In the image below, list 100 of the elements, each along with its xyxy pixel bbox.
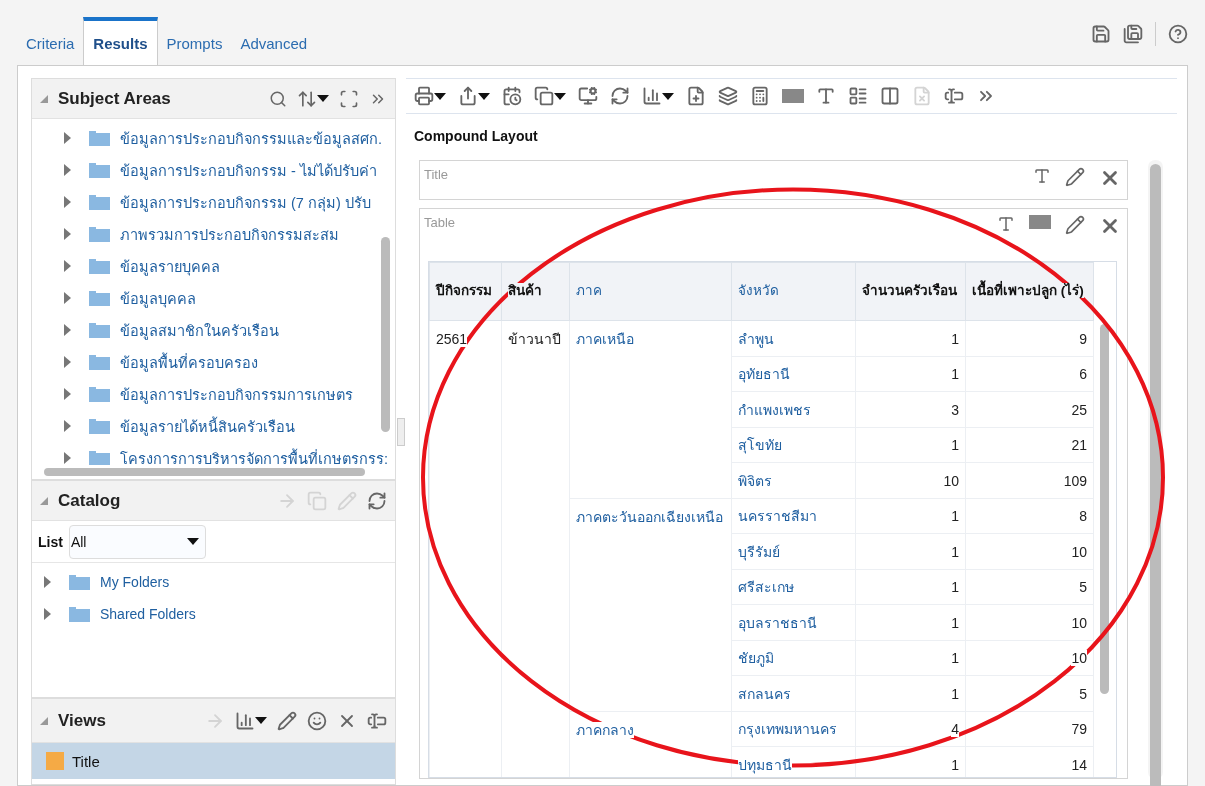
text-icon[interactable] xyxy=(816,86,836,106)
save-as-icon[interactable] xyxy=(1123,24,1143,44)
splitter-handle[interactable] xyxy=(397,417,405,446)
list-layout-icon[interactable] xyxy=(848,86,868,106)
region-link[interactable]: ภาคเหนือ xyxy=(575,331,634,347)
tab[interactable]: Prompts xyxy=(157,17,232,65)
help-icon[interactable] xyxy=(1168,24,1188,44)
expand-icon[interactable] xyxy=(64,164,71,176)
panel-title: Views xyxy=(58,710,107,731)
copy-icon[interactable] xyxy=(534,86,566,106)
pencil-icon[interactable] xyxy=(1065,167,1085,187)
folder-icon xyxy=(89,258,110,274)
tree-item[interactable]: ข้อมูลการประกอบกิจกรรม (7 กลุ่ม) ปรับ xyxy=(120,190,371,214)
layers-icon[interactable] xyxy=(718,86,738,106)
region-link[interactable]: ภาคตะวันออกเฉียงเหนือ xyxy=(575,508,723,525)
collapse-icon[interactable] xyxy=(40,94,48,103)
tab[interactable]: Advanced xyxy=(231,17,317,65)
view-label: Title xyxy=(424,167,450,182)
tree-item[interactable]: ข้อมูลพื้นที่ครอบครอง xyxy=(120,350,258,374)
text-icon[interactable] xyxy=(1033,167,1051,185)
tree-item[interactable]: ข้อมูลการประกอบกิจกรรมการเกษตร xyxy=(120,382,353,406)
province-link[interactable]: พิจิตร xyxy=(737,472,772,489)
tab[interactable]: Results xyxy=(83,17,158,65)
scrollbar-thumb[interactable] xyxy=(44,468,365,476)
province-link[interactable]: ลำพูน xyxy=(737,330,774,347)
smile-icon[interactable] xyxy=(307,710,327,731)
region-link[interactable]: ภาคกลาง xyxy=(575,721,634,738)
province-link[interactable]: ชัยภูมิ xyxy=(737,650,774,667)
text-cursor-icon[interactable] xyxy=(944,86,964,106)
folder-icon xyxy=(89,386,110,402)
folder-link[interactable]: My Folders xyxy=(100,574,170,590)
tree-item[interactable]: ข้อมูลรายได้หนี้สินครัวเรือน xyxy=(120,414,295,438)
expand-icon[interactable] xyxy=(64,388,71,400)
folder-icon xyxy=(89,130,110,146)
tree-item[interactable]: ข้อมูลรายบุคคล xyxy=(120,254,220,278)
expand-icon[interactable] xyxy=(44,576,51,588)
scrollbar-thumb[interactable] xyxy=(1100,324,1109,694)
monitor-gear-icon[interactable] xyxy=(578,86,598,106)
province-link[interactable]: ปทุมธานี xyxy=(737,756,792,773)
expand-icon[interactable] xyxy=(64,196,71,208)
folder-icon xyxy=(69,574,90,590)
refresh-icon[interactable] xyxy=(610,86,630,106)
folder-icon xyxy=(89,290,110,306)
tree-item[interactable]: ภาพรวมการประกอบกิจกรรมสะสม xyxy=(120,222,339,246)
scan-icon[interactable] xyxy=(339,88,359,109)
province-link[interactable]: สุโขทัย xyxy=(737,437,782,454)
search-icon[interactable] xyxy=(269,89,287,108)
tree-item[interactable]: โครงการการบริหารจัดการพื้นที่เกษตรกรร: xyxy=(120,446,389,465)
folder-icon xyxy=(89,354,110,370)
collapse-icon[interactable] xyxy=(40,496,48,505)
share-icon[interactable] xyxy=(458,86,490,106)
province-link[interactable]: อุบลราชธานี xyxy=(737,614,817,631)
column-header: จำนวนครัวเรือน xyxy=(862,283,958,299)
text-icon[interactable] xyxy=(997,215,1015,233)
province-link[interactable]: อุทัยธานี xyxy=(737,366,790,383)
expand-icon[interactable] xyxy=(64,420,71,432)
expand-icon[interactable] xyxy=(64,356,71,368)
refresh-icon[interactable] xyxy=(367,490,387,511)
expand-icon[interactable] xyxy=(44,608,51,620)
folder-link[interactable]: Shared Folders xyxy=(100,606,196,622)
table-cell: ข้าวนาปี xyxy=(507,331,561,347)
expand-icon[interactable] xyxy=(64,132,71,144)
text-cursor-icon[interactable] xyxy=(367,710,387,731)
pencil-icon[interactable] xyxy=(1065,215,1085,235)
tab[interactable]: Criteria xyxy=(17,17,84,65)
title-view-icon xyxy=(46,752,64,770)
save-icon[interactable] xyxy=(1091,24,1111,44)
expand-icon[interactable] xyxy=(64,260,71,272)
folder-icon xyxy=(89,418,110,434)
province-link[interactable]: บุรีรัมย์ xyxy=(737,543,780,560)
expand-icon[interactable] xyxy=(64,228,71,240)
view-item[interactable]: Title xyxy=(32,743,395,779)
list-dropdown[interactable]: All xyxy=(68,524,206,559)
tree-item[interactable]: ข้อมูลบุคคล xyxy=(120,286,196,310)
calendar-clock-icon[interactable] xyxy=(502,86,522,106)
scrollbar-thumb[interactable] xyxy=(1150,164,1161,786)
tree-item[interactable]: ข้อมูลสมาชิกในครัวเรือน xyxy=(120,318,279,342)
column-header: ปีกิจกรรม xyxy=(436,283,492,299)
bar-chart-icon[interactable] xyxy=(642,86,674,106)
expand-icon[interactable] xyxy=(64,324,71,336)
layout-title: Compound Layout xyxy=(413,127,539,146)
tree-item[interactable]: ข้อมูลการประกอบกิจกรรม - ไม่ได้ปรับค่า xyxy=(120,158,377,182)
view-label: Table xyxy=(424,215,457,230)
province-link[interactable]: กำแพงเพชร xyxy=(737,401,811,418)
columns-icon[interactable] xyxy=(880,86,900,106)
printer-icon[interactable] xyxy=(414,86,446,106)
bar-chart-icon[interactable] xyxy=(235,710,267,731)
tree-item[interactable]: ข้อมูลการประกอบกิจกรรมและข้อมูลสศก. xyxy=(120,126,383,150)
table-cell: 10 xyxy=(1071,650,1087,667)
column-header: สินค้า xyxy=(507,283,542,299)
pencil-icon[interactable] xyxy=(277,710,297,731)
scrollbar-thumb[interactable] xyxy=(381,237,390,432)
folder-icon xyxy=(89,226,110,242)
folder-icon xyxy=(69,606,90,622)
expand-icon[interactable] xyxy=(64,292,71,304)
list-label: List xyxy=(38,533,63,550)
table-cell: 4 xyxy=(951,721,960,738)
collapse-icon[interactable] xyxy=(40,716,48,725)
file-plus-icon[interactable] xyxy=(686,86,706,106)
calculator-icon[interactable] xyxy=(750,86,770,106)
